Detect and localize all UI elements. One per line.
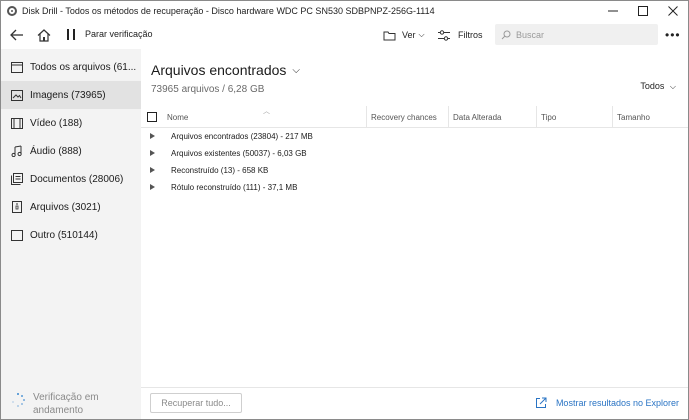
window-controls <box>598 1 688 21</box>
table-row[interactable]: Arquivos encontrados (23804) - 217 MB <box>141 128 688 145</box>
filter-sliders-icon <box>438 29 450 41</box>
expand-caret-icon[interactable] <box>150 167 155 173</box>
expand-caret-icon[interactable] <box>150 150 155 156</box>
scan-status: Verificação em andamento <box>11 391 99 417</box>
view-button[interactable]: Ver ⌵ <box>383 27 425 43</box>
show-in-explorer-link[interactable]: Mostrar resultados no Explorer <box>535 397 679 409</box>
table-row[interactable]: Arquivos existentes (50037) - 6,03 GB <box>141 145 688 162</box>
sidebar-item-audio[interactable]: Áudio (888) <box>1 137 141 165</box>
table-row[interactable]: Reconstruído (13) - 658 KB <box>141 162 688 179</box>
archive-icon <box>11 201 23 213</box>
sidebar-item-label: Imagens (73965) <box>30 89 106 101</box>
folder-view-icon <box>383 31 396 40</box>
page-title: Arquivos encontrados <box>151 62 287 78</box>
search-input[interactable]: Buscar <box>495 24 658 45</box>
close-icon[interactable] <box>658 1 688 21</box>
row-label: Reconstruído (13) - 658 KB <box>171 166 269 175</box>
disk-drill-logo-icon <box>7 6 17 16</box>
sidebar-item-all-files[interactable]: Todos os arquivos (61... <box>1 53 141 81</box>
home-icon[interactable] <box>35 25 53 45</box>
column-header-recovery-chances[interactable]: Recovery chances <box>367 106 449 128</box>
pause-icon[interactable] <box>67 29 75 41</box>
sidebar-item-archives[interactable]: Arquivos (3021) <box>1 193 141 221</box>
expand-caret-icon[interactable] <box>150 133 155 139</box>
scan-status-line1: Verificação em <box>33 392 99 403</box>
folder-icon <box>11 61 23 73</box>
other-file-icon <box>11 229 23 241</box>
more-options-icon[interactable]: ••• <box>665 28 681 42</box>
chevron-down-icon: ⌵ <box>292 64 301 76</box>
select-all-checkbox[interactable] <box>147 112 157 122</box>
footer-bar: Recuperar tudo... Mostrar resultados no … <box>141 387 688 419</box>
sidebar-item-other[interactable]: Outro (510144) <box>1 221 141 249</box>
maximize-icon[interactable] <box>628 1 658 21</box>
show-in-explorer-label: Mostrar resultados no Explorer <box>555 398 679 408</box>
column-header-date-modified[interactable]: Data Alterada <box>449 106 537 128</box>
app-window: Disk Drill - Todos os métodos de recuper… <box>0 0 689 420</box>
video-icon <box>11 117 23 129</box>
sidebar-item-label: Vídeo (188) <box>30 117 83 129</box>
sidebar-item-label: Documentos (28006) <box>30 173 124 185</box>
music-note-icon <box>11 145 23 157</box>
title-bar: Disk Drill - Todos os métodos de recuper… <box>1 1 688 21</box>
row-label: Rótulo reconstruído (111) - 37,1 MB <box>171 183 298 192</box>
recover-all-button[interactable]: Recuperar tudo... <box>150 393 242 413</box>
sidebar-item-images[interactable]: Imagens (73965) <box>1 81 141 109</box>
row-label: Arquivos encontrados (23804) - 217 MB <box>171 132 313 141</box>
minimize-icon[interactable] <box>598 1 628 21</box>
back-arrow-icon[interactable] <box>8 25 26 45</box>
image-icon <box>11 89 23 101</box>
sidebar-item-label: Outro (510144) <box>30 229 98 241</box>
filters-label: Filtros <box>458 30 483 40</box>
scan-status-line2: andamento <box>33 405 84 416</box>
column-header-name[interactable]: Nome <box>163 106 367 128</box>
chevron-down-icon: ⌵ <box>418 30 425 39</box>
filter-dropdown[interactable]: Todos ⌵ <box>640 81 676 92</box>
table-header: ︿ Nome Recovery chances Data Alterada Ti… <box>141 106 688 128</box>
toolbar: Parar verificação Ver ⌵ Filtros Buscar •… <box>1 21 688 49</box>
sidebar-item-video[interactable]: Vídeo (188) <box>1 109 141 137</box>
main-panel: Arquivos encontrados ⌵ 73965 arquivos / … <box>141 49 688 419</box>
filter-dropdown-label: Todos <box>640 81 665 91</box>
sidebar: Todos os arquivos (61... Imagens (73965)… <box>1 49 141 419</box>
expand-caret-icon[interactable] <box>150 184 155 190</box>
external-link-icon <box>535 397 547 408</box>
sidebar-item-label: Arquivos (3021) <box>30 201 101 213</box>
search-icon <box>501 30 511 39</box>
chevron-down-icon: ⌵ <box>669 82 676 91</box>
loading-spinner-icon <box>11 393 25 407</box>
window-title: Disk Drill - Todos os métodos de recuper… <box>22 6 435 16</box>
results-summary: 73965 arquivos / 6,28 GB <box>151 84 265 95</box>
sidebar-item-label: Áudio (888) <box>30 145 82 157</box>
sidebar-item-documents[interactable]: Documentos (28006) <box>1 165 141 193</box>
row-label: Arquivos existentes (50037) - 6,03 GB <box>171 149 307 158</box>
column-header-size[interactable]: Tamanho <box>613 106 688 128</box>
filters-button[interactable]: Filtros <box>438 27 483 43</box>
stop-scan-button[interactable]: Parar verificação <box>85 29 153 39</box>
column-header-type[interactable]: Tipo <box>537 106 613 128</box>
search-placeholder: Buscar <box>516 29 545 40</box>
view-label: Ver <box>402 30 416 40</box>
table-row[interactable]: Rótulo reconstruído (111) - 37,1 MB <box>141 179 688 196</box>
document-icon <box>11 173 23 185</box>
sidebar-item-label: Todos os arquivos (61... <box>30 61 137 73</box>
results-title-dropdown[interactable]: Arquivos encontrados ⌵ <box>151 62 300 78</box>
